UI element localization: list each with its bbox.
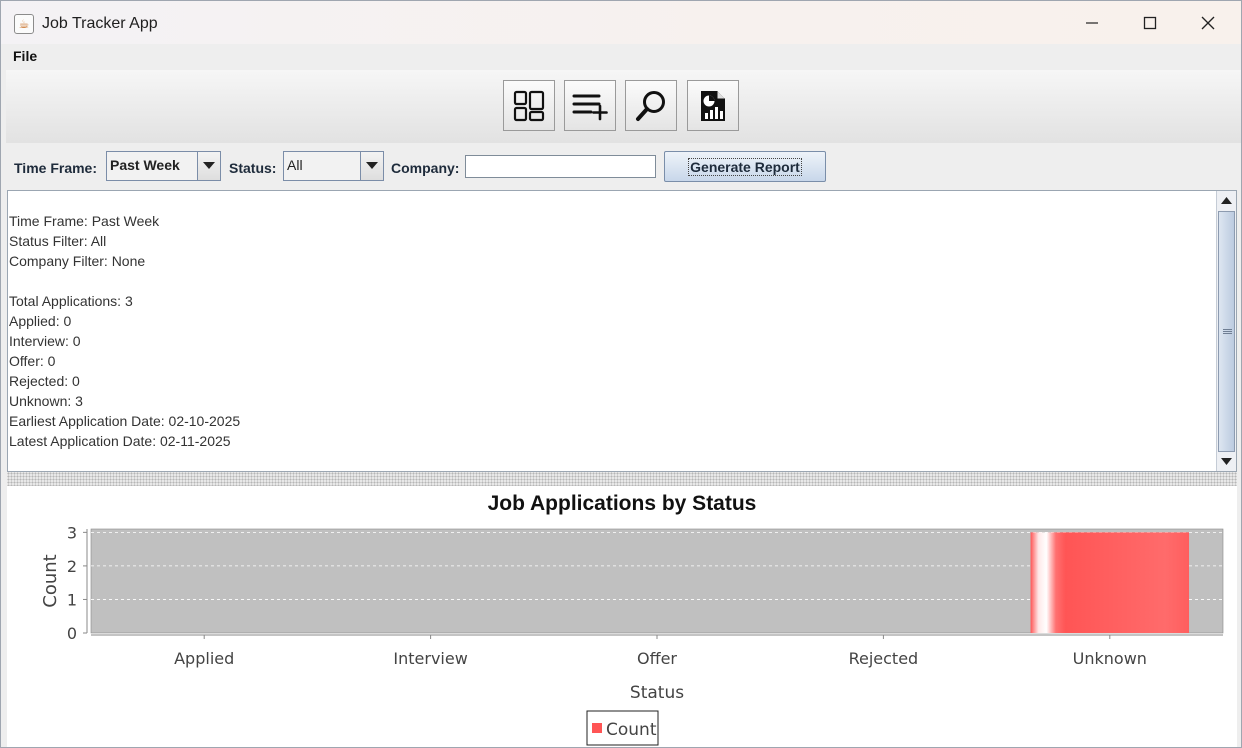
x-tick-label: Applied xyxy=(174,649,234,668)
report-line: Latest Application Date: 02-11-2025 xyxy=(9,433,231,449)
report-line: Interview: 0 xyxy=(9,333,81,349)
time-frame-select[interactable]: Past Week xyxy=(106,151,221,181)
y-tick-label: 0 xyxy=(67,624,77,643)
report-line xyxy=(9,271,240,291)
dashboard-button[interactable] xyxy=(503,80,555,131)
bar-unknown xyxy=(1030,532,1190,633)
status-select[interactable]: All xyxy=(283,151,384,181)
search-button[interactable] xyxy=(625,80,677,131)
chart-title: Job Applications by Status xyxy=(488,492,757,515)
legend-swatch xyxy=(592,723,602,733)
scroll-down-icon[interactable] xyxy=(1218,453,1235,470)
filter-bar: Time Frame: Past Week Status: All Compan… xyxy=(6,143,1241,190)
report-line: Offer: 0 xyxy=(9,353,56,369)
menu-bar: File xyxy=(1,44,1241,70)
report-line: Rejected: 0 xyxy=(9,373,80,389)
vertical-scrollbar[interactable] xyxy=(1216,191,1236,471)
report-line: Earliest Application Date: 02-10-2025 xyxy=(9,413,241,429)
maximize-icon xyxy=(1143,16,1157,29)
y-axis-label: Count xyxy=(40,554,61,607)
report-line: Status Filter: All xyxy=(9,233,107,249)
java-cup-icon: ☕ xyxy=(14,14,34,34)
report-button[interactable] xyxy=(687,80,739,131)
search-icon xyxy=(636,90,665,121)
toolbar xyxy=(6,70,1241,144)
y-tick-label: 1 xyxy=(67,590,77,609)
chevron-down-icon[interactable] xyxy=(360,152,383,180)
minimize-icon xyxy=(1086,21,1098,24)
generate-report-button[interactable]: Generate Report xyxy=(664,151,826,182)
report-line: Total Applications: 3 xyxy=(9,293,133,309)
chart-legend: Count xyxy=(586,710,659,746)
report-line: Unknown: 3 xyxy=(9,393,83,409)
add-job-button[interactable] xyxy=(564,80,616,131)
x-tick-label: Unknown xyxy=(1073,649,1147,668)
status-bar-chart: Job Applications by Status 0 1 2 3 Applied I… xyxy=(40,492,1224,746)
window-title: Job Tracker App xyxy=(42,15,158,32)
chevron-down-icon[interactable] xyxy=(197,152,220,180)
dashboard-icon xyxy=(513,90,545,121)
status-label: Status: xyxy=(229,160,277,176)
generate-report-label: Generate Report xyxy=(688,157,802,176)
x-axis-label: Status xyxy=(630,683,684,703)
maximize-button[interactable] xyxy=(1121,1,1179,44)
scrollbar-thumb[interactable] xyxy=(1218,211,1235,452)
close-button[interactable] xyxy=(1179,1,1237,44)
legend-label: Count xyxy=(606,720,657,740)
company-input[interactable] xyxy=(465,155,656,178)
report-line: Applied: 0 xyxy=(9,313,72,329)
report-line: Time Frame: Past Week xyxy=(9,213,160,229)
report-text-area[interactable]: Time Frame: Past Week Status Filter: All C… xyxy=(7,190,1237,472)
report-line: Company Filter: None xyxy=(9,253,146,269)
split-pane-divider[interactable] xyxy=(7,472,1237,486)
time-frame-value: Past Week xyxy=(110,157,180,173)
close-icon xyxy=(1201,16,1215,29)
x-tick-label: Rejected xyxy=(849,649,919,668)
add-list-icon xyxy=(572,94,608,120)
company-label: Company: xyxy=(391,160,460,176)
x-tick-label: Interview xyxy=(393,649,467,668)
x-tick-label: Offer xyxy=(637,649,677,668)
status-value: All xyxy=(287,157,303,173)
y-tick-label: 3 xyxy=(67,523,77,542)
report-content: Time Frame: Past Week Status Filter: All C… xyxy=(9,211,240,451)
chart-panel: Job Applications by Status 0 1 2 3 Applied I… xyxy=(7,486,1237,747)
time-frame-label: Time Frame: xyxy=(14,160,97,176)
y-tick-label: 2 xyxy=(67,557,77,576)
report-icon xyxy=(701,90,725,121)
scroll-up-icon[interactable] xyxy=(1218,192,1235,209)
app-window: ☕ Job Tracker App File Time Frame: Past … xyxy=(0,0,1242,748)
menu-file[interactable]: File xyxy=(13,48,37,64)
title-bar: ☕ Job Tracker App xyxy=(1,1,1241,44)
minimize-button[interactable] xyxy=(1063,1,1121,44)
